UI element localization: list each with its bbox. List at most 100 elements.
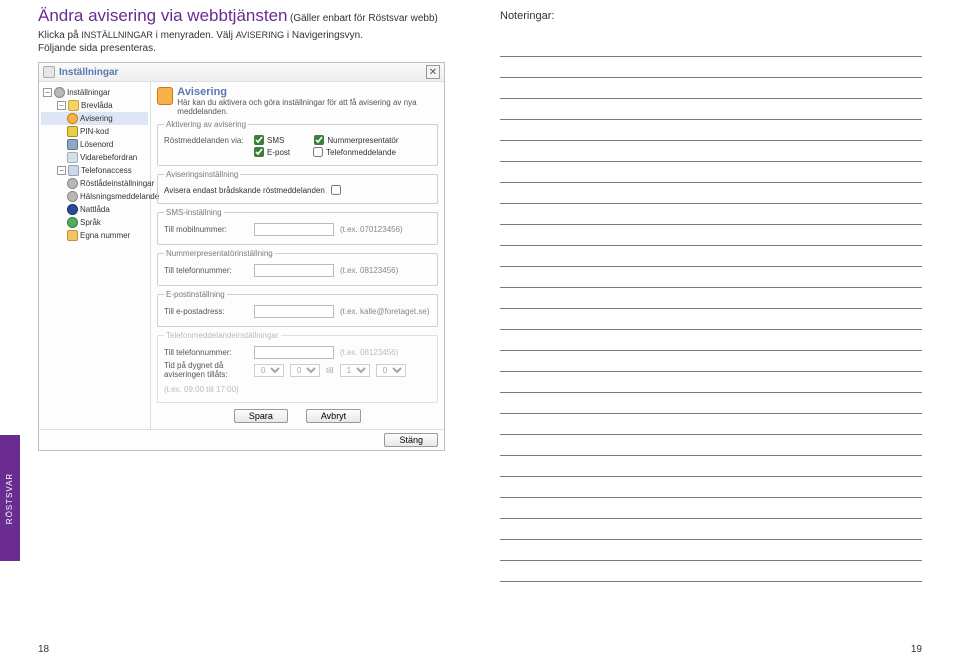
tree-toggle-icon[interactable]: − (57, 166, 66, 175)
group-epost: E-postinställning Till e-postadress: (t.… (157, 290, 438, 327)
tree-avisering[interactable]: Avisering (41, 112, 148, 125)
note-line (500, 288, 922, 309)
group-sms-legend: SMS-inställning (164, 208, 224, 217)
note-line (500, 477, 922, 498)
close-button[interactable]: ✕ (426, 65, 440, 79)
tree-toggle-icon[interactable]: − (43, 88, 52, 97)
tree-losenord[interactable]: Lösenord (41, 138, 148, 151)
note-line (500, 540, 922, 561)
tree-root[interactable]: − Inställningar (41, 86, 148, 99)
label-urgent: Avisera endast brådskande röstmeddelande… (164, 186, 325, 195)
tree-sprak[interactable]: Språk (41, 216, 148, 229)
moon-icon (67, 204, 78, 215)
note-line (500, 519, 922, 540)
group-nummer: Nummerpresentatörinställning Till telefo… (157, 249, 438, 286)
note-line (500, 309, 922, 330)
checkbox-telefon[interactable] (313, 147, 323, 157)
label-sep: till (326, 366, 334, 375)
group-nummer-legend: Nummerpresentatörinställning (164, 249, 275, 258)
input-telephone (254, 346, 334, 359)
label-telephone: Till telefonnummer: (164, 348, 248, 357)
tree-toggle-icon[interactable]: − (57, 101, 66, 110)
tree-egnanummer[interactable]: Egna nummer (41, 229, 148, 242)
pane-description: Här kan du aktivera och göra inställning… (177, 98, 438, 116)
tree-pinkod[interactable]: PIN-kod (41, 125, 148, 138)
select-h2: 18 (340, 364, 370, 377)
note-line (500, 225, 922, 246)
page-title: Ändra avisering via webbtjänsten (38, 6, 287, 25)
dialog-title: Inställningar (59, 67, 118, 78)
lock-icon (67, 139, 78, 150)
tree-rostladeinst[interactable]: Röstlådeinställningar (41, 177, 148, 190)
phone-icon (68, 165, 79, 176)
checkbox-urgent[interactable] (331, 185, 341, 195)
checkbox-epost[interactable] (254, 147, 264, 157)
group-epost-legend: E-postinställning (164, 290, 227, 299)
label-via: Röstmeddelanden via: (164, 136, 248, 145)
group-activate-legend: Aktivering av avisering (164, 120, 248, 129)
instruction-line-2: Följande sida presenteras. (38, 43, 460, 54)
input-mobile[interactable] (254, 223, 334, 236)
checkbox-nummer[interactable] (314, 135, 324, 145)
note-line (500, 141, 922, 162)
gear-icon (67, 178, 78, 189)
hint-telephone: (t.ex. 08123456) (340, 348, 398, 357)
chk-epost[interactable]: E-post (254, 147, 290, 157)
note-line (500, 36, 922, 57)
select-h1: 07 (254, 364, 284, 377)
tree-telefonaccess[interactable]: − Telefonaccess (41, 164, 148, 177)
chk-telefon[interactable]: Telefonmeddelande (313, 147, 396, 157)
settings-pane: Avisering Här kan du aktivera och göra i… (151, 82, 444, 429)
label-email: Till e-postadress: (164, 307, 248, 316)
forward-icon (67, 152, 78, 163)
save-button[interactable]: Spara (234, 409, 288, 423)
pane-title: Avisering (177, 86, 438, 98)
page-number-left: 18 (38, 644, 49, 655)
input-email[interactable] (254, 305, 334, 318)
label-mobile: Till mobilnummer: (164, 225, 248, 234)
globe-icon (67, 217, 78, 228)
note-line (500, 183, 922, 204)
folder-icon (68, 100, 79, 111)
dialog-titlebar: Inställningar ✕ (39, 63, 444, 82)
hint-time: (t.ex. 09:00 till 17:00) (164, 385, 239, 394)
tools-icon (43, 66, 55, 78)
footer-close-button[interactable]: Stäng (384, 433, 438, 447)
note-line (500, 414, 922, 435)
note-line (500, 120, 922, 141)
chk-sms[interactable]: SMS (254, 135, 284, 145)
group-avisinst-legend: Aviseringsinställning (164, 170, 240, 179)
tree-halsning[interactable]: Hälsningsmeddelande (41, 190, 148, 203)
key-icon (67, 126, 78, 137)
note-line (500, 435, 922, 456)
settings-dialog: Inställningar ✕ − Inställningar − Brevlå… (38, 62, 445, 451)
hint-email: (t.ex. kalle@foretaget.se) (340, 307, 430, 316)
input-phone[interactable] (254, 264, 334, 277)
notes-area (500, 36, 922, 582)
label-phone: Till telefonnummer: (164, 266, 248, 275)
cancel-button[interactable]: Avbryt (306, 409, 361, 423)
note-line (500, 78, 922, 99)
note-line (500, 393, 922, 414)
number-icon (67, 230, 78, 241)
select-m2: 00 (376, 364, 406, 377)
tree-brevlada[interactable]: − Brevlåda (41, 99, 148, 112)
checkbox-sms[interactable] (254, 135, 264, 145)
note-line (500, 57, 922, 78)
group-teleinst-legend: Telefonmeddelandeinställningar (164, 331, 281, 340)
note-line (500, 561, 922, 582)
note-line (500, 162, 922, 183)
hint-mobile: (t.ex. 070123456) (340, 225, 403, 234)
page-subtitle: (Gäller enbart för Röstsvar webb) (290, 13, 438, 24)
tree-nattlada[interactable]: Nattlåda (41, 203, 148, 216)
side-tab-label: RÖSTSVAR (6, 472, 15, 523)
chk-nummer[interactable]: Nummerpresentatör (314, 135, 398, 145)
instruction-line-1: Klicka på INSTÄLLNINGAR i menyraden. Väl… (38, 30, 460, 41)
note-line (500, 330, 922, 351)
note-line (500, 351, 922, 372)
tree-vidarebefordran[interactable]: Vidarebefordran (41, 151, 148, 164)
label-time: Tid på dygnet då aviseringen tillåts: (164, 361, 248, 379)
group-avisinst: Aviseringsinställning Avisera endast brå… (157, 170, 438, 204)
group-activate: Aktivering av avisering Röstmeddelanden … (157, 120, 438, 166)
side-tab: RÖSTSVAR (0, 435, 20, 561)
